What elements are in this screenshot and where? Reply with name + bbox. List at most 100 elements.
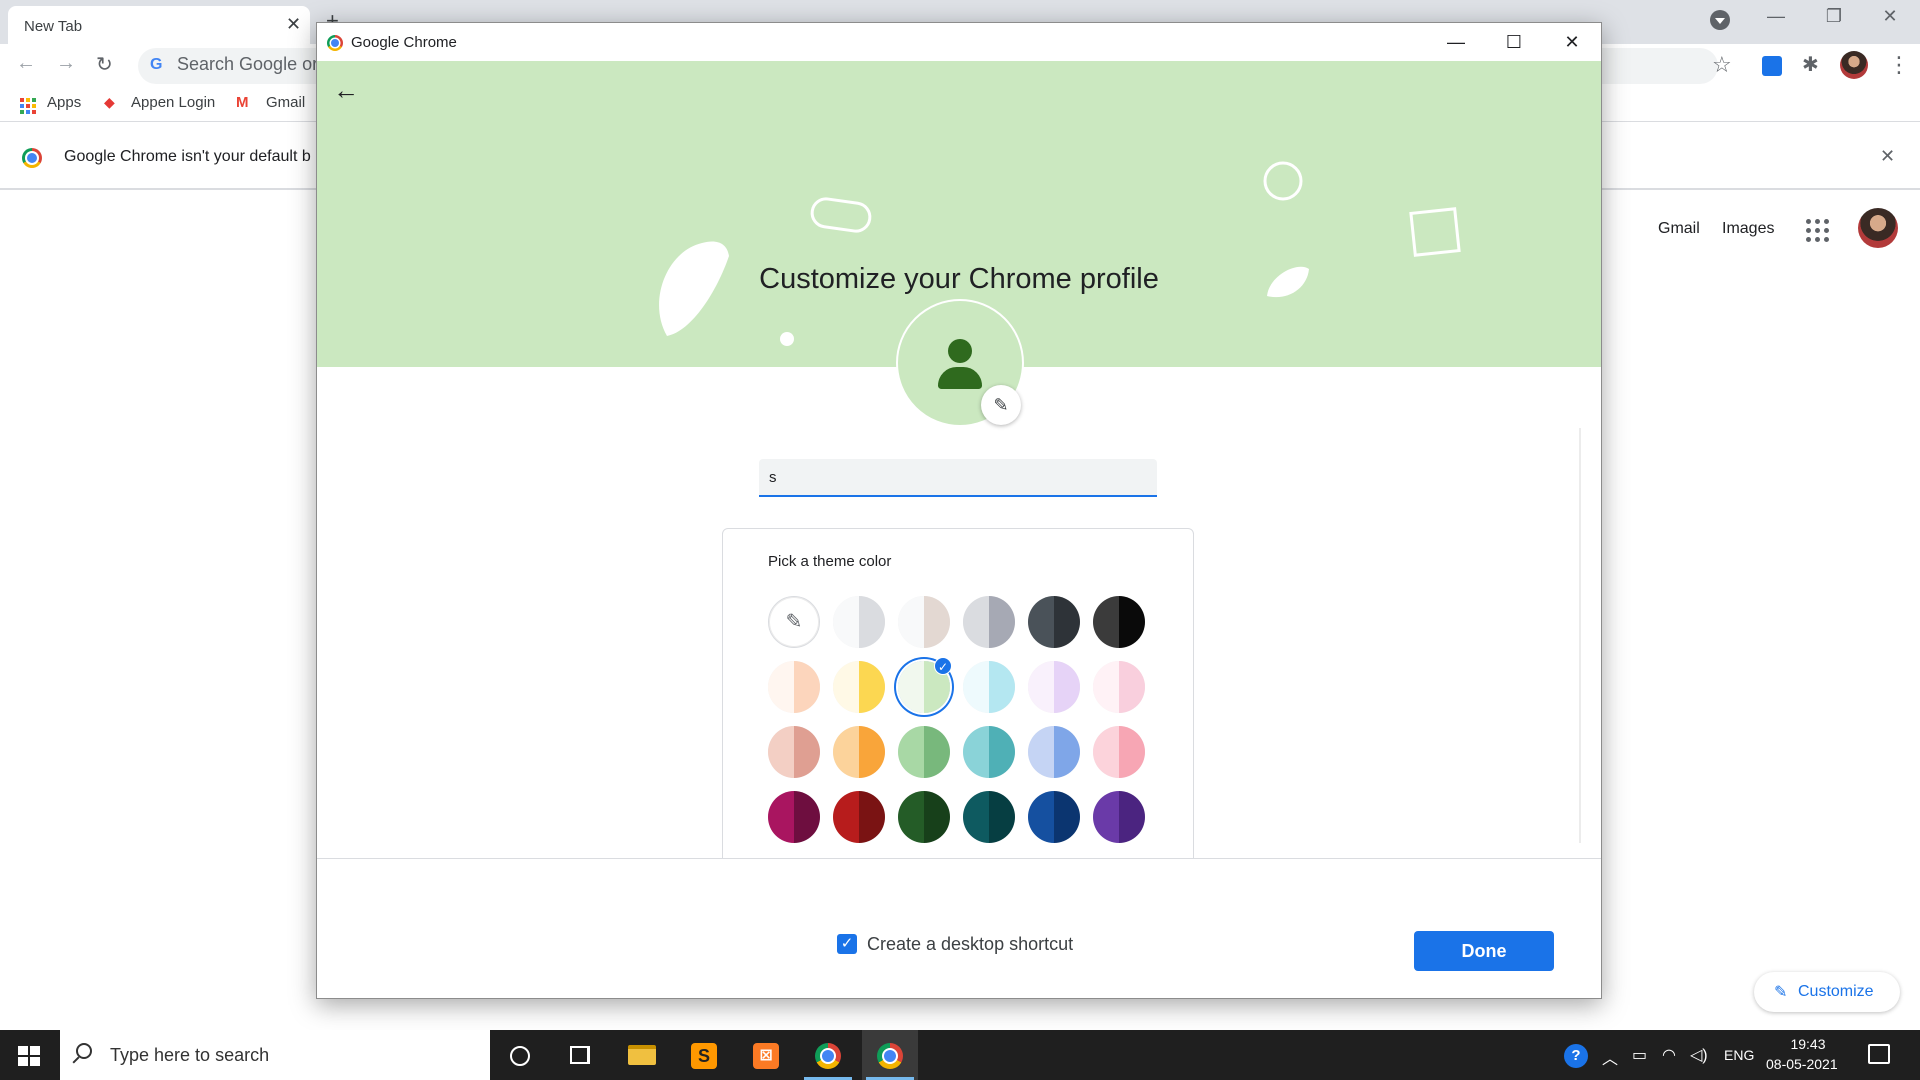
theme-color-swatch[interactable] (1028, 661, 1080, 713)
taskbar-search-placeholder: Type here to search (110, 1045, 270, 1065)
done-button[interactable]: Done (1414, 931, 1554, 971)
gmail-logo-icon: M (236, 94, 249, 111)
customize-profile-dialog: Google Chrome — ☐ ✕ ← Customize your Chr… (316, 22, 1602, 999)
task-view-icon (570, 1046, 590, 1064)
dialog-close-icon[interactable]: ✕ (1547, 27, 1597, 57)
taskbar-search-box[interactable]: Type here to search (60, 1030, 490, 1080)
sublime-text-button[interactable]: S (676, 1030, 732, 1080)
theme-color-swatch[interactable] (833, 661, 885, 713)
dialog-minimize-icon[interactable]: — (1431, 27, 1481, 57)
extensions-puzzle-icon[interactable]: ✱ (1802, 52, 1819, 77)
windows-start-icon[interactable] (18, 1046, 40, 1066)
battery-icon[interactable]: ▭ (1632, 1045, 1647, 1065)
edit-avatar-pencil-icon[interactable]: ✎ (981, 385, 1021, 425)
tab-search-icon[interactable] (1710, 10, 1730, 30)
theme-color-swatch[interactable] (1093, 596, 1145, 648)
desktop-shortcut-label[interactable]: Create a desktop shortcut (867, 934, 1073, 955)
apps-grid-icon (20, 98, 36, 114)
images-link[interactable]: Images (1722, 220, 1774, 238)
theme-color-swatch[interactable] (1028, 726, 1080, 778)
theme-color-swatch[interactable] (833, 791, 885, 843)
person-head (948, 339, 972, 363)
google-g-icon: G (150, 56, 163, 73)
bookmark-apps[interactable]: Apps (47, 94, 81, 111)
google-apps-icon[interactable] (1806, 219, 1829, 242)
window-minimize-icon[interactable]: — (1756, 6, 1796, 27)
folder-icon (628, 1045, 656, 1065)
theme-color-swatch[interactable] (833, 596, 885, 648)
theme-color-swatch[interactable] (898, 726, 950, 778)
clock-time[interactable]: 19:43 (1790, 1036, 1826, 1052)
bookmark-appen-login[interactable]: Appen Login (131, 94, 215, 111)
sublime-text-icon: S (691, 1043, 717, 1069)
cortana-button[interactable] (492, 1030, 548, 1080)
custom-color-swatch[interactable]: ✎ (768, 596, 820, 648)
theme-color-swatch[interactable] (898, 791, 950, 843)
bookmark-gmail[interactable]: Gmail (266, 94, 305, 111)
file-explorer-button[interactable] (614, 1030, 670, 1080)
windows-taskbar: Type here to search S ⊠ ? ︿ ▭ ◠ ◁) ENG 1… (0, 1030, 1920, 1080)
reload-icon[interactable]: ↻ (96, 52, 113, 77)
desktop-shortcut-checkbox[interactable]: ✓ (837, 934, 857, 954)
xampp-icon: ⊠ (753, 1043, 779, 1069)
dialog-titlebar: Google Chrome — ☐ ✕ (317, 23, 1601, 61)
notifications-icon[interactable] (1868, 1044, 1890, 1064)
theme-color-swatch[interactable] (1028, 791, 1080, 843)
theme-color-swatch[interactable] (768, 726, 820, 778)
tab-close-icon[interactable]: ✕ (286, 14, 301, 35)
dialog-scrollbar[interactable] (1579, 428, 1581, 843)
dialog-heading: Customize your Chrome profile (759, 263, 1159, 295)
theme-color-swatch[interactable] (768, 661, 820, 713)
tab-title: New Tab (24, 18, 83, 35)
help-icon[interactable]: ? (1564, 1044, 1588, 1068)
customize-chrome-button[interactable]: ✎ Customize (1754, 972, 1900, 1012)
chrome-menu-icon[interactable]: ⋮ (1888, 52, 1910, 78)
dialog-maximize-icon[interactable]: ☐ (1489, 27, 1539, 57)
theme-color-swatch[interactable] (1028, 596, 1080, 648)
theme-color-swatch[interactable] (1093, 726, 1145, 778)
infobar-close-icon[interactable]: ✕ (1880, 146, 1895, 167)
theme-color-swatch[interactable] (963, 596, 1015, 648)
theme-color-swatch[interactable] (768, 791, 820, 843)
input-language[interactable]: ENG (1724, 1047, 1754, 1063)
search-icon (76, 1043, 92, 1059)
account-avatar[interactable] (1858, 208, 1898, 248)
extension-icon[interactable] (1762, 56, 1782, 76)
window-restore-icon[interactable]: ❐ (1814, 6, 1854, 27)
bookmark-star-icon[interactable]: ☆ (1712, 52, 1732, 78)
banner-decoration-shapes (659, 197, 872, 346)
tab-new-tab[interactable]: New Tab ✕ (8, 6, 310, 44)
xampp-button[interactable]: ⊠ (738, 1030, 794, 1080)
theme-color-swatch[interactable] (963, 791, 1015, 843)
dialog-window-title: Google Chrome (351, 34, 457, 51)
back-arrow-icon[interactable]: ← (333, 75, 359, 106)
clock-date[interactable]: 08-05-2021 (1766, 1056, 1838, 1072)
profile-avatar[interactable] (1840, 51, 1868, 79)
chrome-icon (815, 1043, 841, 1069)
theme-picker-label: Pick a theme color (768, 553, 892, 570)
dialog-footer: ✓ Create a desktop shortcut Done (317, 858, 1601, 998)
task-view-button[interactable] (552, 1030, 608, 1080)
gmail-link[interactable]: Gmail (1658, 220, 1700, 238)
profile-name-input[interactable]: s (759, 459, 1157, 497)
chrome-logo-icon (327, 35, 343, 51)
back-icon[interactable]: ← (16, 52, 36, 75)
theme-color-swatch[interactable] (898, 596, 950, 648)
omnibox-placeholder: Search Google or (177, 54, 319, 74)
chrome-taskbar-button[interactable] (800, 1030, 856, 1080)
cortana-icon (510, 1046, 530, 1066)
infobar-message: Google Chrome isn't your default b (64, 148, 311, 165)
theme-color-swatch[interactable] (1093, 661, 1145, 713)
pencil-icon: ✎ (1774, 984, 1788, 1001)
chrome-logo-icon (22, 148, 42, 168)
theme-color-swatch[interactable] (963, 726, 1015, 778)
theme-color-swatch[interactable] (833, 726, 885, 778)
forward-icon[interactable]: → (56, 52, 76, 75)
chrome-taskbar-button-active[interactable] (862, 1030, 918, 1080)
network-icon[interactable]: ◠ (1662, 1045, 1676, 1065)
volume-icon[interactable]: ◁) (1690, 1045, 1708, 1065)
tray-chevron-icon[interactable]: ︿ (1602, 1045, 1618, 1069)
theme-color-swatch[interactable] (963, 661, 1015, 713)
theme-color-swatch[interactable] (1093, 791, 1145, 843)
window-close-icon[interactable]: ✕ (1870, 6, 1910, 27)
